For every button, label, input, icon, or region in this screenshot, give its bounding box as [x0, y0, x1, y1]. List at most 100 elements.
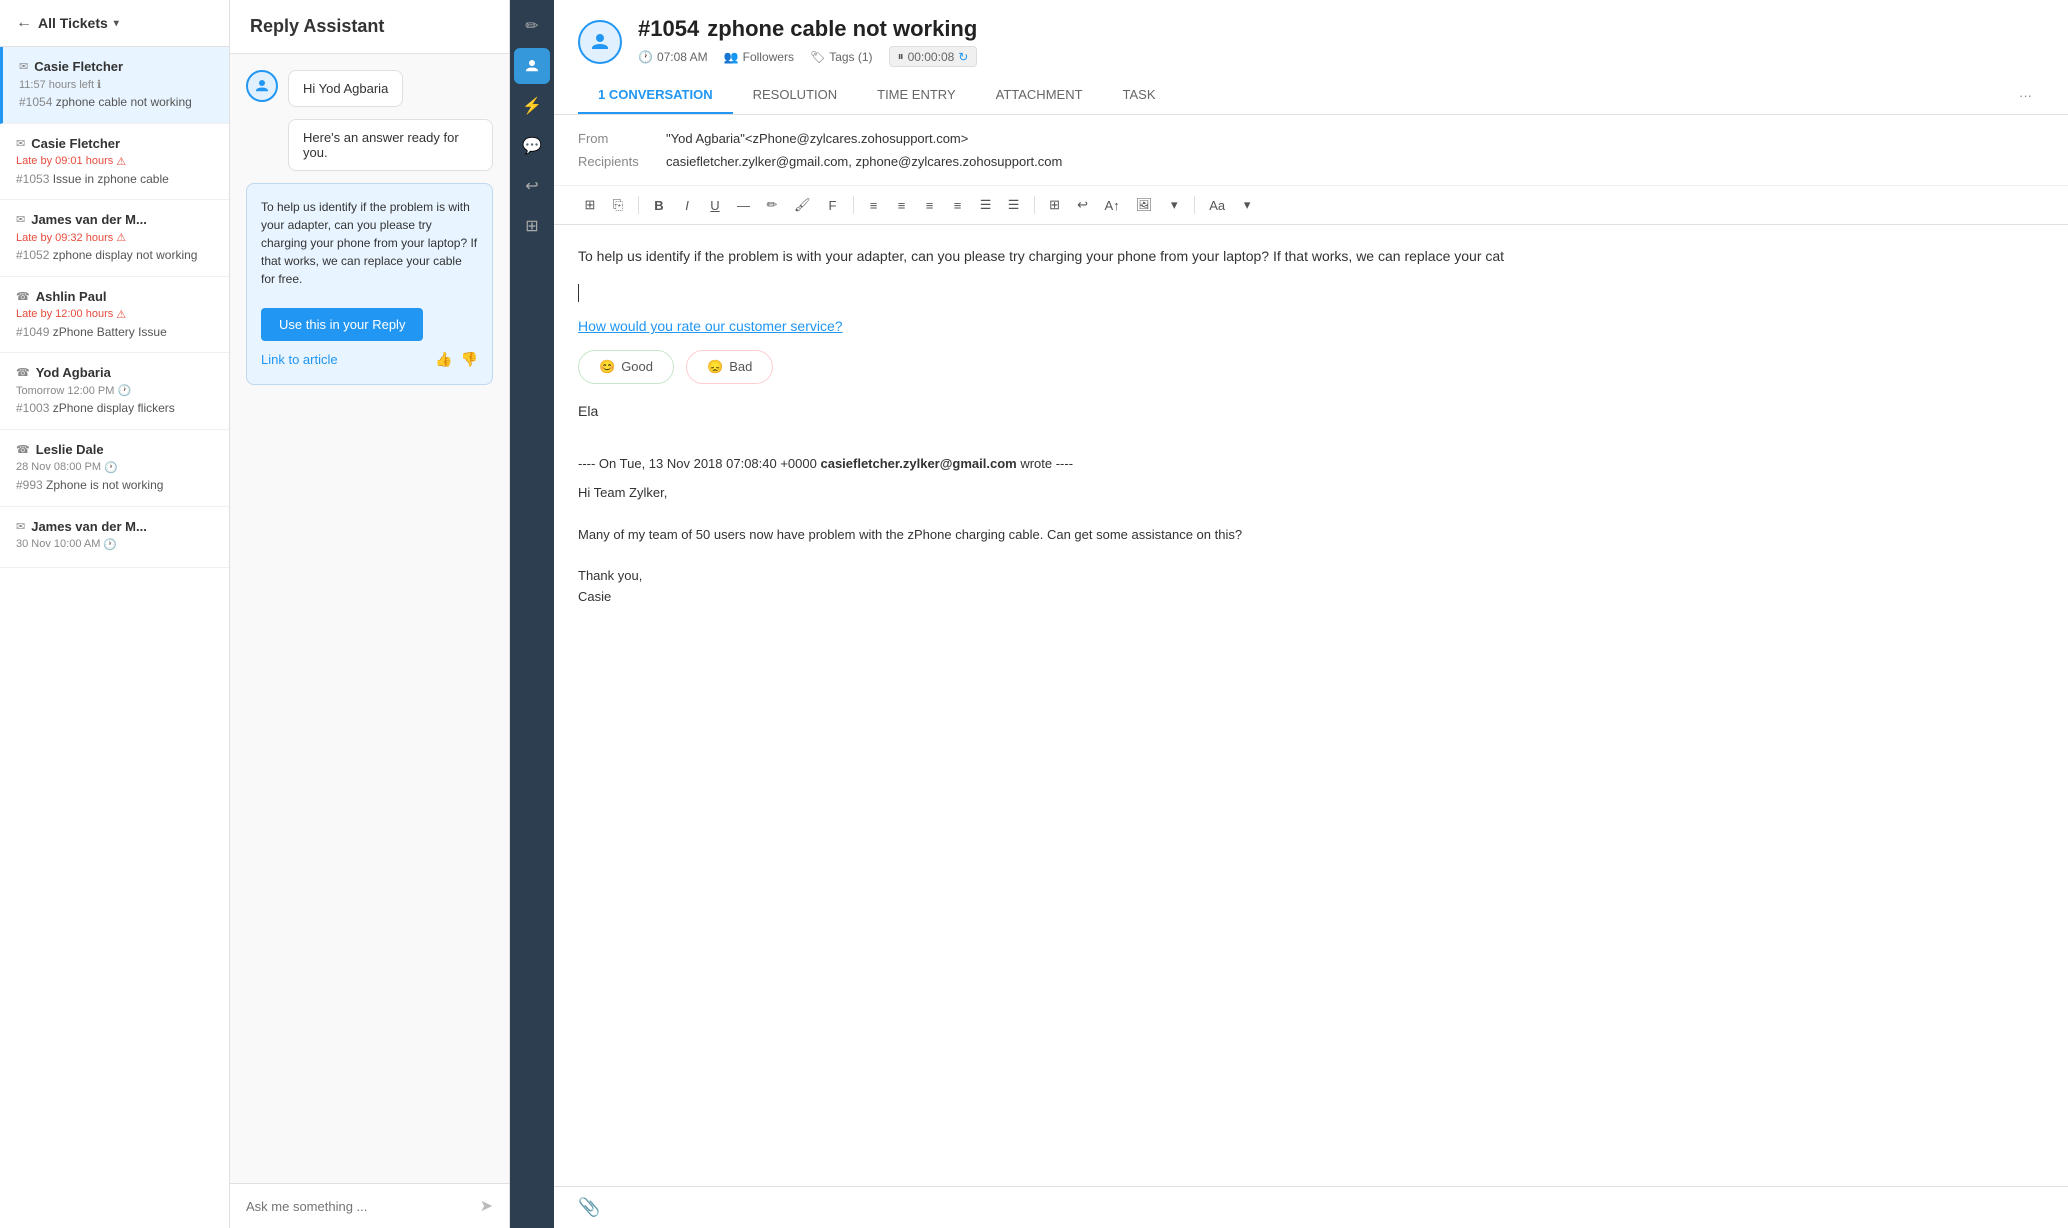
ticket-item[interactable]: ☎ Ashlin Paul Late by 12:00 hours ⚠ #104…: [0, 277, 229, 354]
reply-assistant-title: Reply Assistant: [250, 16, 384, 36]
reply-text: To help us identify if the problem is wi…: [578, 245, 2044, 267]
feedback-icons: 👍 👎: [435, 349, 478, 370]
clock-icon: 🕐: [638, 50, 653, 64]
toolbar-copy-btn[interactable]: ⎘: [606, 194, 630, 216]
attachment-icon[interactable]: 📎: [578, 1197, 600, 1218]
reply-assistant-panel: Reply Assistant Hi Yod Agbaria Here's an…: [230, 0, 510, 1228]
tag-icon: 🏷: [810, 50, 825, 64]
ticket-contact-name: Ashlin Paul: [36, 289, 107, 304]
toolbar-align-left-btn[interactable]: ≡: [862, 195, 886, 216]
toolbar-align-justify-btn[interactable]: ≡: [946, 195, 970, 216]
from-value: "Yod Agbaria"<zPhone@zylcares.zohosuppor…: [666, 131, 968, 146]
bot-greeting-bubble: Hi Yod Agbaria: [288, 70, 403, 107]
ticket-subject: #1053 Issue in zphone cable: [16, 172, 213, 188]
good-label: Good: [621, 359, 653, 374]
toolbar-font-dropdown-btn[interactable]: ▾: [1235, 194, 1259, 216]
ticket-contact-name: Leslie Dale: [36, 442, 104, 457]
back-button[interactable]: ←: [16, 14, 32, 32]
ticket-subject: #1003 zPhone display flickers: [16, 401, 213, 417]
bot-greeting-message: Hi Yod Agbaria: [246, 70, 493, 107]
ticket-contact-name: James van der M...: [31, 212, 147, 227]
ticket-followers-meta[interactable]: 👥 Followers: [724, 50, 794, 64]
tab-attachment[interactable]: ATTACHMENT: [976, 77, 1103, 114]
ticket-item[interactable]: ☎ Leslie Dale 28 Nov 08:00 PM 🕐 #993 Zph…: [0, 430, 229, 507]
toolbar-underline-btn[interactable]: U: [703, 195, 727, 216]
toolbar-superscript-btn[interactable]: A↑: [1099, 195, 1126, 216]
survey-link[interactable]: How would you rate our customer service?: [578, 318, 843, 334]
toolbar-align-right-btn[interactable]: ≡: [918, 195, 942, 216]
answer-bubble: To help us identify if the problem is wi…: [246, 183, 493, 385]
ticket-item[interactable]: ✉ Casie Fletcher 11:57 hours left ℹ #105…: [0, 47, 229, 124]
bad-label: Bad: [729, 359, 752, 374]
ticket-subject: #1049 zPhone Battery Issue: [16, 325, 213, 341]
editor-toolbar: ⊞ ⎘ B I U — ✏ 🖌 F ≡ ≡ ≡ ≡ ☰ ☰ ⊞ ↩ A↑ 🖼 ▾…: [554, 186, 2068, 225]
answer-text: To help us identify if the problem is wi…: [261, 198, 478, 288]
toolbar-more-btn[interactable]: ▾: [1162, 194, 1186, 216]
pause-icon: ⏸: [898, 49, 904, 64]
ticket-meta: 🕐 07:08 AM 👥 Followers 🏷 Tags (1) ⏸ 00:0…: [638, 46, 977, 67]
link-to-article-link[interactable]: Link to article: [261, 350, 338, 370]
ticket-type-icon: ✉: [16, 137, 25, 150]
original-message-header: ---- On Tue, 13 Nov 2018 07:08:40 +0000 …: [578, 454, 2044, 475]
toolbar-font-size-btn[interactable]: Aa: [1203, 195, 1231, 216]
toolbar-indent-btn[interactable]: ⊞: [1043, 194, 1067, 216]
ticket-item[interactable]: ✉ James van der M... Late by 09:32 hours…: [0, 200, 229, 277]
toolbar-draw-btn[interactable]: ✏: [760, 194, 784, 216]
good-button[interactable]: 😊 Good: [578, 350, 674, 384]
email-from-row: From "Yod Agbaria"<zPhone@zylcares.zohos…: [578, 127, 2044, 150]
automation-icon-button[interactable]: ⚡: [514, 88, 550, 124]
email-recipients-row: Recipients casiefletcher.zylker@gmail.co…: [578, 150, 2044, 173]
history-icon-button[interactable]: ↩: [514, 168, 550, 204]
bot-avatar: [246, 70, 278, 102]
ticket-item[interactable]: ☎ Yod Agbaria Tomorrow 12:00 PM 🕐 #1003 …: [0, 353, 229, 430]
ticket-tags-meta[interactable]: 🏷 Tags (1): [810, 50, 873, 64]
email-meta: From "Yod Agbaria"<zPhone@zylcares.zohos…: [554, 115, 2068, 186]
toolbar-list-btn[interactable]: ☰: [974, 194, 998, 216]
tab-time-entry[interactable]: TIME ENTRY: [857, 77, 976, 114]
dropdown-arrow-icon[interactable]: ▾: [114, 18, 119, 29]
cursor-line: [578, 283, 2044, 303]
timer-badge[interactable]: ⏸ 00:00:08 ↻: [889, 46, 978, 67]
from-label: From: [578, 131, 658, 146]
ticket-title: zphone cable not working: [707, 16, 977, 42]
main-content: #1054 zphone cable not working 🕐 07:08 A…: [554, 0, 2068, 1228]
ticket-item[interactable]: ✉ Casie Fletcher Late by 09:01 hours ⚠ #…: [0, 124, 229, 201]
bad-button[interactable]: 😞 Bad: [686, 350, 773, 384]
toolbar-format-btn[interactable]: ⊞: [578, 194, 602, 216]
edit-icon-button[interactable]: ✏: [514, 8, 550, 44]
email-body: To help us identify if the problem is wi…: [554, 225, 2068, 628]
toolbar-font-btn[interactable]: F: [821, 195, 845, 216]
ticket-subject: #1052 zphone display not working: [16, 248, 213, 264]
toolbar-strike-btn[interactable]: —: [731, 195, 756, 216]
thumbs-up-icon[interactable]: 👍: [435, 349, 452, 370]
toolbar-italic-btn[interactable]: I: [675, 195, 699, 216]
ticket-contact-name: Casie Fletcher: [31, 136, 120, 151]
chat-icon-button[interactable]: 💬: [514, 128, 550, 164]
tab-resolution[interactable]: RESOLUTION: [733, 77, 858, 114]
toolbar-divider: [638, 196, 639, 214]
ticket-subject: #1054 zphone cable not working: [19, 95, 213, 111]
ticket-type-icon: ☎: [16, 290, 30, 303]
toolbar-align-center-btn[interactable]: ≡: [890, 195, 914, 216]
toolbar-outdent-btn[interactable]: ↩: [1071, 194, 1095, 216]
ticket-number: #1054: [638, 16, 699, 42]
ticket-item[interactable]: ✉ James van der M... 30 Nov 10:00 AM 🕐: [0, 507, 229, 568]
toolbar-color-btn[interactable]: 🖌: [788, 194, 817, 216]
toolbar-image-btn[interactable]: 🖼: [1130, 194, 1159, 216]
toolbar-divider: [853, 196, 854, 214]
chat-input[interactable]: [246, 1199, 472, 1214]
ticket-type-icon: ✉: [16, 213, 25, 226]
thumbs-down-icon[interactable]: 👎: [461, 349, 478, 370]
ticket-type-icon: ☎: [16, 366, 30, 379]
grid-icon-button[interactable]: ⊞: [514, 208, 550, 244]
agent-icon-button[interactable]: [514, 48, 550, 84]
tab-conversation[interactable]: 1 CONVERSATION: [578, 77, 733, 114]
tab-task[interactable]: TASK: [1103, 77, 1176, 114]
reply-assistant-header: Reply Assistant: [230, 0, 509, 54]
send-icon[interactable]: ➤: [480, 1196, 493, 1216]
tab-more-icon[interactable]: ···: [2007, 78, 2044, 113]
survey-buttons: 😊 Good 😞 Bad: [578, 350, 2044, 384]
use-reply-button[interactable]: Use this in your Reply: [261, 308, 423, 341]
toolbar-bold-btn[interactable]: B: [647, 195, 671, 216]
toolbar-ordered-list-btn[interactable]: ☰: [1002, 194, 1026, 216]
